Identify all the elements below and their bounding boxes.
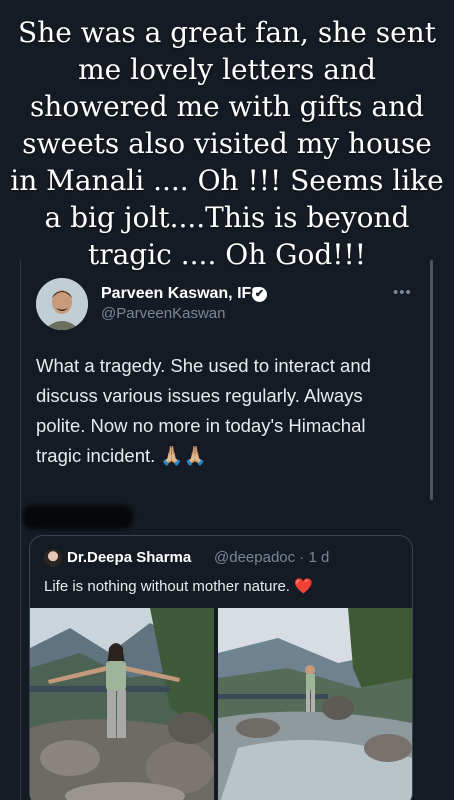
verified-badge-icon: ✔ (252, 287, 267, 302)
quoted-tweet-text-line: Life is nothing without mother nature. ❤… (44, 577, 313, 595)
quoted-photo-2[interactable] (218, 608, 412, 800)
more-options-icon[interactable]: ••• (393, 284, 412, 301)
quoted-tweet-card[interactable]: Dr.Deepa Sharma @deepadoc · 1 d Life is … (29, 535, 413, 800)
quoted-photo-1[interactable] (30, 608, 214, 800)
quoted-author-name[interactable]: Dr.Deepa Sharma (67, 549, 191, 566)
scrollbar[interactable] (430, 260, 433, 500)
quoted-tweet-text: Life is nothing without mother nature. (44, 578, 290, 595)
quoted-author-avatar[interactable] (44, 549, 62, 567)
tweet-text: What a tragedy. She used to interact and… (36, 355, 371, 466)
author-name[interactable]: Parveen Kaswan, IFS (101, 285, 262, 303)
heart-icon: ❤️ (294, 578, 313, 595)
author-avatar[interactable] (36, 278, 88, 330)
author-handle[interactable]: @ParveenKaswan (101, 305, 225, 322)
quoted-author-meta: @deepadoc · 1 d (214, 549, 330, 566)
tweet-card[interactable]: Parveen Kaswan, IFS ✔ @ParveenKaswan •••… (20, 260, 433, 800)
redaction-scribble (23, 505, 133, 529)
story-caption: She was a great fan, she sent me lovely … (10, 16, 444, 271)
